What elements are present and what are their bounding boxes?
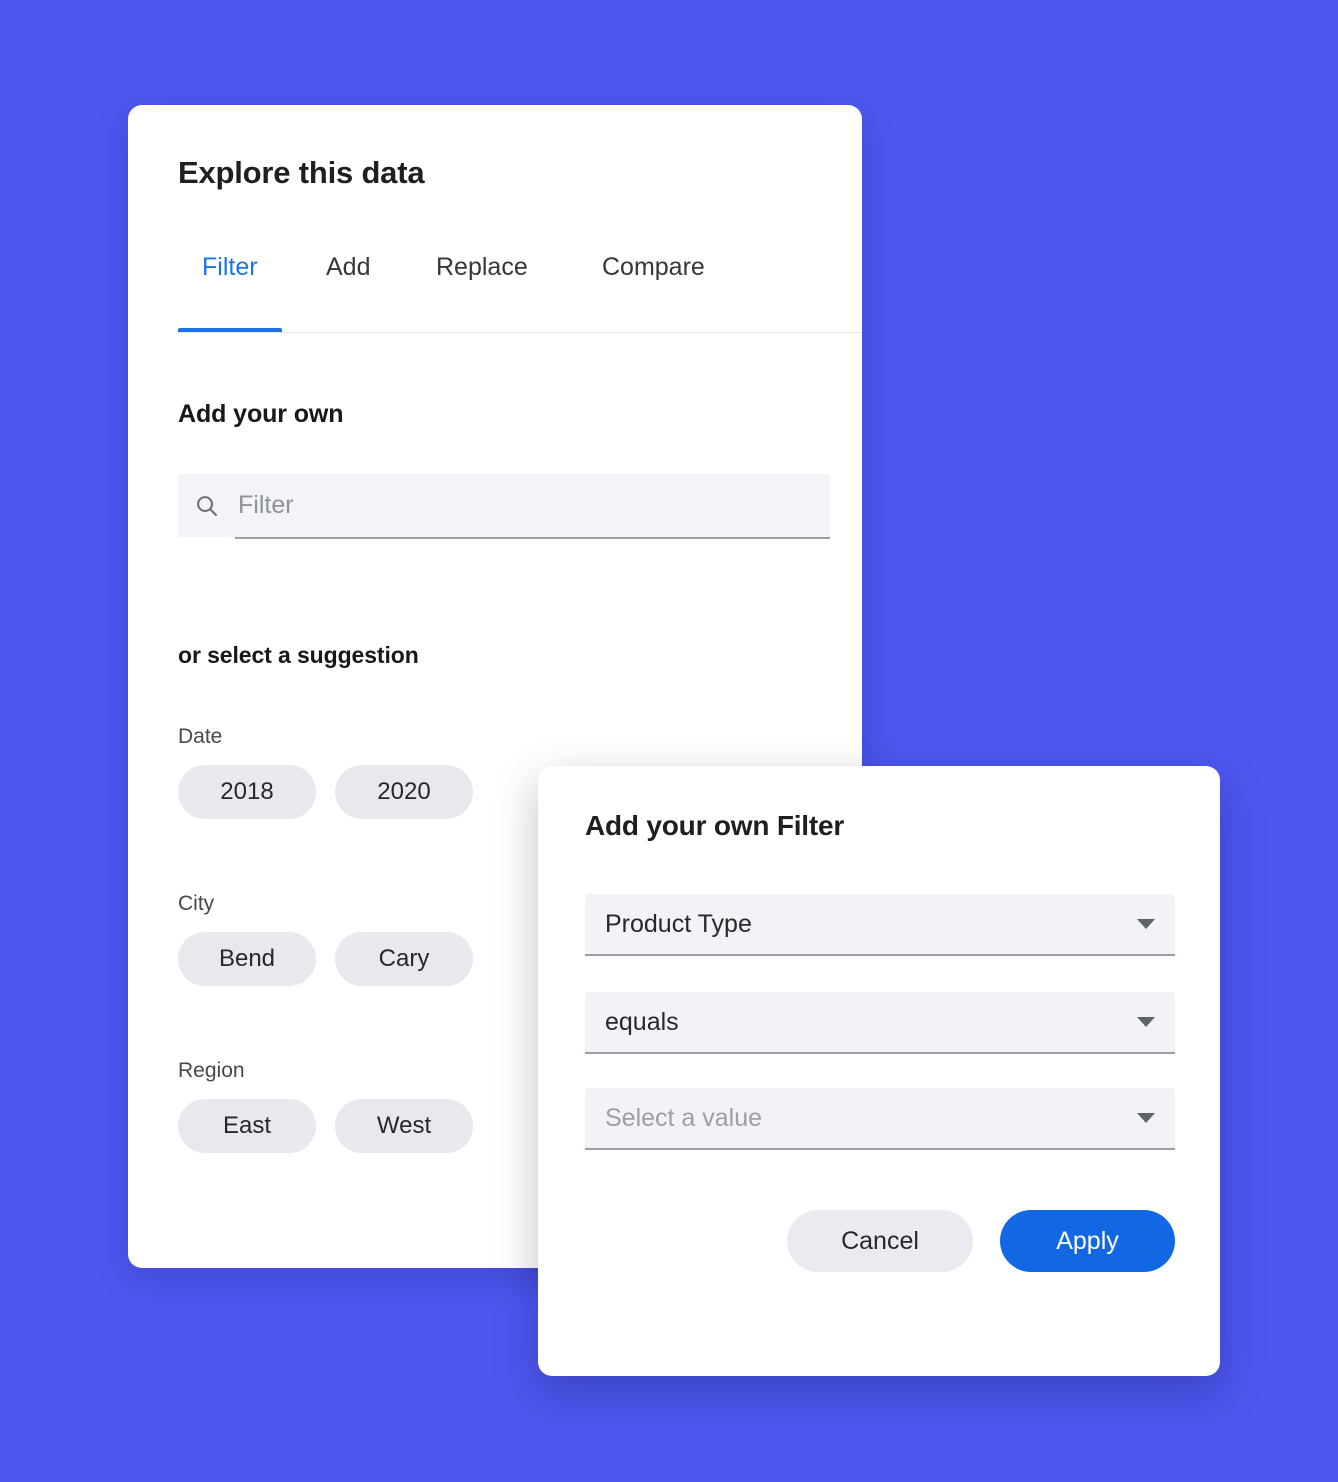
tab-replace-label: Replace	[436, 253, 528, 281]
chip-cary[interactable]: Cary	[335, 932, 473, 986]
tab-compare-label: Compare	[602, 253, 705, 281]
dialog-action-bar: Cancel Apply	[787, 1210, 1175, 1272]
chip-2020[interactable]: 2020	[335, 765, 473, 819]
chevron-down-icon	[1137, 1113, 1155, 1123]
chip-west[interactable]: West	[335, 1099, 473, 1153]
chevron-down-icon	[1137, 919, 1155, 929]
chip-east[interactable]: East	[178, 1099, 316, 1153]
filter-value-select-value: Select a value	[605, 1103, 763, 1132]
search-input[interactable]: Filter	[178, 474, 830, 537]
suggestion-group-date: Date 2018 2020	[178, 725, 473, 819]
page-title: Explore this data	[178, 155, 425, 190]
tab-replace[interactable]: Replace	[412, 243, 552, 332]
add-filter-dialog: Add your own Filter Product Type equals …	[538, 766, 1220, 1376]
suggestion-group-city: City Bend Cary	[178, 892, 473, 986]
cancel-button[interactable]: Cancel	[787, 1210, 973, 1272]
suggestion-group-date-label: Date	[178, 725, 223, 748]
tab-add[interactable]: Add	[302, 243, 394, 332]
search-input-underline	[235, 537, 830, 539]
tab-filter[interactable]: Filter	[178, 243, 282, 332]
tab-add-label: Add	[326, 253, 371, 281]
search-icon	[197, 495, 218, 516]
suggestion-group-city-label: City	[178, 892, 215, 915]
tab-compare[interactable]: Compare	[578, 243, 729, 332]
filter-value-select[interactable]: Select a value	[585, 1088, 1175, 1150]
apply-button[interactable]: Apply	[1000, 1210, 1175, 1272]
filter-operator-select[interactable]: equals	[585, 992, 1175, 1054]
tab-bar: Filter Add Replace Compare	[178, 243, 862, 333]
chip-row-date: 2018 2020	[178, 765, 473, 819]
tab-filter-label: Filter	[202, 253, 258, 281]
tab-active-indicator	[178, 328, 282, 332]
dialog-title: Add your own Filter	[585, 810, 845, 841]
suggestions-heading: or select a suggestion	[178, 642, 419, 668]
suggestion-group-region: Region East West	[178, 1059, 473, 1153]
suggestion-group-region-label: Region	[178, 1059, 245, 1082]
filter-field-select-value: Product Type	[605, 909, 752, 938]
filter-operator-select-value: equals	[605, 1007, 679, 1036]
chevron-down-icon	[1137, 1017, 1155, 1027]
chip-row-city: Bend Cary	[178, 932, 473, 986]
search-input-placeholder: Filter	[238, 491, 294, 519]
chip-bend[interactable]: Bend	[178, 932, 316, 986]
add-your-own-heading: Add your own	[178, 400, 344, 428]
tab-bar-divider	[178, 332, 862, 333]
filter-field-select[interactable]: Product Type	[585, 894, 1175, 956]
chip-row-region: East West	[178, 1099, 473, 1153]
chip-2018[interactable]: 2018	[178, 765, 316, 819]
